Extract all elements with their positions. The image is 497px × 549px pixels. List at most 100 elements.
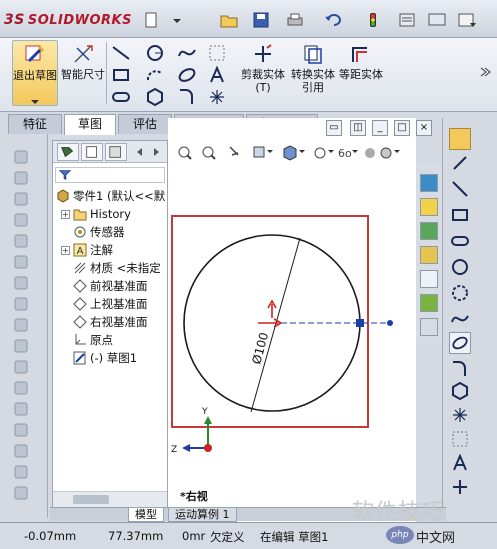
dotted-box-icon[interactable] [206,42,228,64]
slot-tool-icon[interactable] [110,86,132,108]
tree-item-annotations[interactable]: + A 注解 [61,241,173,259]
polygon-side-icon[interactable] [449,380,471,402]
left-toolbar-tool-icon[interactable] [12,400,30,418]
expand-icon[interactable]: + [61,209,70,219]
print-icon[interactable] [284,11,306,29]
options-icon[interactable] [396,11,418,29]
rectangle-side-icon[interactable] [449,204,471,226]
polygon-tool-icon[interactable] [144,86,166,108]
arc-tool-icon[interactable] [144,64,166,86]
tree-horizontal-scrollbar[interactable] [53,491,167,507]
arc-side-icon[interactable] [449,282,471,304]
spline-tool-icon[interactable] [176,42,198,64]
open-folder-icon[interactable] [218,11,240,29]
sketch-endpoint[interactable] [356,319,364,327]
text-tool-icon[interactable] [206,64,228,86]
scene-icon[interactable] [380,147,400,159]
fillet-tool-icon[interactable] [176,86,198,108]
left-toolbar-tool-icon[interactable] [12,358,30,376]
previous-view-icon[interactable] [229,146,239,156]
scroll-thumb[interactable] [73,495,109,504]
window-dropdown-icon[interactable] [456,11,478,29]
offset-entities-button[interactable]: 等距实体 [338,40,384,106]
left-toolbar-tool-icon[interactable] [12,274,30,292]
config-manager-tab-icon[interactable] [105,143,127,161]
undo-icon[interactable] [322,11,344,29]
tree-filter[interactable] [55,167,165,183]
plane-side-icon[interactable] [449,428,471,450]
save-icon[interactable] [250,11,272,29]
tab-scroll-right-icon[interactable] [149,145,163,159]
convert-entities-button[interactable]: 转换实体引用 [288,40,338,106]
left-toolbar-tool-icon[interactable] [12,379,30,397]
smart-dimension-button[interactable]: 智能尺寸 [60,40,106,106]
rectangle-tool-icon[interactable] [110,64,132,86]
restore-icon[interactable]: ▭ [326,120,342,136]
left-toolbar-tool-icon[interactable] [12,232,30,250]
point-tool-icon[interactable] [206,86,228,108]
tab-model[interactable]: 模型 [128,508,164,522]
rebuild-icon[interactable] [362,11,384,29]
tab-motion-study[interactable]: 运动算例 1 [168,508,237,522]
tab-features[interactable]: 特征 [8,114,62,134]
exit-sketch-dropdown-icon[interactable] [28,96,42,104]
appearance-icon[interactable] [365,148,375,158]
trim-side-icon[interactable] [449,476,471,498]
point-side-icon[interactable] [449,404,471,426]
appearances-icon[interactable] [420,294,438,312]
fillet-side-icon[interactable] [449,358,471,380]
hide-show-icon[interactable]: 6o [338,147,358,160]
display-style-icon[interactable] [314,147,334,159]
home-icon[interactable] [420,198,438,216]
screen-icon[interactable] [426,11,448,29]
line-side-icon[interactable] [449,178,471,200]
circle-side-icon[interactable] [449,256,471,278]
left-toolbar-tool-icon[interactable] [12,337,30,355]
smart-dimension-side-icon[interactable] [449,152,471,174]
dropdown-arrow-icon[interactable] [166,11,188,29]
circle-tool-icon[interactable] [144,42,166,64]
close-icon[interactable]: × [416,120,432,136]
slot-side-icon[interactable] [449,230,471,252]
line-tool-icon[interactable] [110,42,132,64]
new-document-icon[interactable] [140,11,162,29]
feature-manager-tab-icon[interactable] [57,143,79,161]
ribbon-scroll-icon[interactable] [478,64,492,80]
ellipse-side-icon[interactable] [449,332,471,354]
left-toolbar-tool-icon[interactable] [12,442,30,460]
diameter-dimension[interactable]: Ø100 [249,331,271,366]
section-view-icon[interactable] [253,146,273,158]
left-toolbar-tool-icon[interactable] [12,211,30,229]
tile-icon[interactable]: ◫ [350,120,366,136]
ellipse-tool-icon[interactable] [176,64,198,86]
left-toolbar-tool-icon[interactable] [12,295,30,313]
left-toolbar-tool-icon[interactable] [12,148,30,166]
custom-properties-icon[interactable] [420,318,438,336]
left-toolbar-tool-icon[interactable] [12,253,30,271]
resources-icon[interactable] [420,174,438,192]
expand-icon[interactable]: + [61,245,70,255]
tab-scroll-left-icon[interactable] [133,145,147,159]
spline-side-icon[interactable] [449,308,471,330]
graphics-area[interactable]: Ø100 Y Z *右视 [168,118,416,522]
left-toolbar-tool-icon[interactable] [12,421,30,439]
view-orientation-icon[interactable] [283,145,305,161]
left-toolbar-tool-icon[interactable] [12,190,30,208]
left-toolbar-tool-icon[interactable] [12,484,30,502]
tab-sketch[interactable]: 草图 [64,114,116,135]
view-palette-icon[interactable] [420,270,438,288]
file-explorer-icon[interactable] [420,246,438,264]
tree-item-history[interactable]: + History [61,205,173,223]
zoom-to-fit-icon[interactable] [178,146,192,160]
trim-entities-button[interactable]: 剪裁实体(T) [240,40,286,106]
sketch-toggle-icon[interactable] [449,128,471,150]
tab-evaluate[interactable]: 评估 [118,114,172,134]
left-toolbar-tool-icon[interactable] [12,463,30,481]
maximize-icon[interactable]: □ [394,120,410,136]
sketch-point[interactable] [387,320,393,326]
minimize-icon[interactable]: _ [372,120,388,136]
text-side-icon[interactable] [449,452,471,474]
property-manager-tab-icon[interactable] [81,143,103,161]
zoom-area-icon[interactable] [202,146,216,160]
tree-root[interactable]: 零件1 (默认<<默 [55,187,167,205]
